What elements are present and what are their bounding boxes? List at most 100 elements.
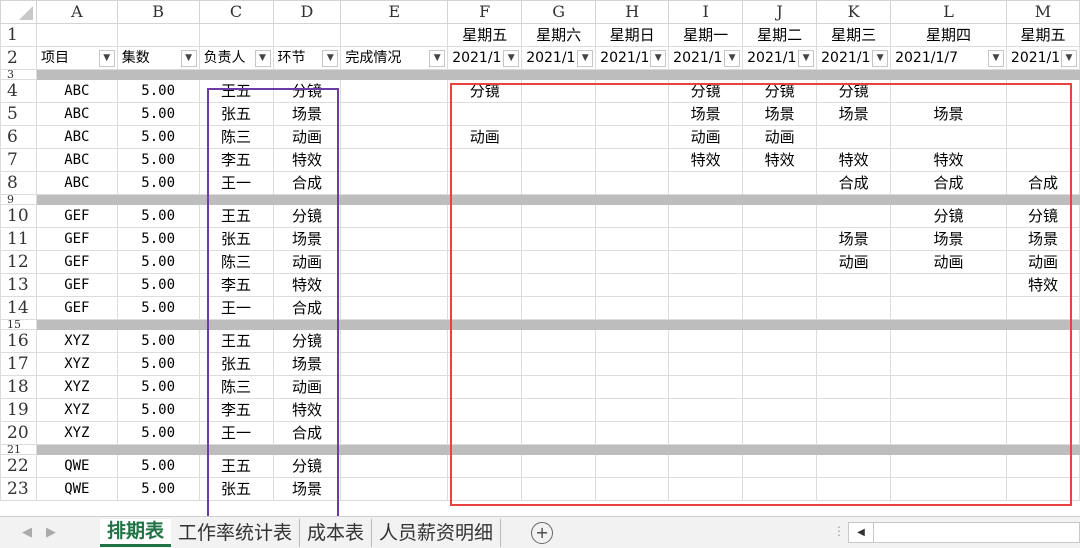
- cell-H18[interactable]: [595, 375, 670, 399]
- cell-E11[interactable]: [340, 227, 449, 251]
- cell-G6[interactable]: [521, 125, 597, 149]
- cell-L22[interactable]: [890, 454, 1007, 478]
- cell-C1[interactable]: [198, 23, 274, 47]
- cell-M7[interactable]: [1005, 148, 1080, 172]
- cell-M12[interactable]: 动画: [1005, 250, 1080, 274]
- row-header[interactable]: 6: [0, 125, 37, 149]
- cell-I10[interactable]: [668, 204, 744, 228]
- filter-dropdown-icon[interactable]: ▼: [503, 49, 520, 67]
- cell-F12[interactable]: [447, 250, 523, 274]
- cell-I20[interactable]: [668, 421, 744, 445]
- cell-M11[interactable]: 场景: [1005, 227, 1080, 251]
- column-header-J[interactable]: J: [742, 0, 818, 24]
- cell-C7[interactable]: 李五: [198, 148, 274, 172]
- cell-L23[interactable]: [890, 477, 1007, 501]
- add-sheet-icon[interactable]: +: [531, 521, 554, 544]
- sheet-tab[interactable]: 人员薪资明细: [372, 518, 502, 547]
- cell-J8[interactable]: [742, 171, 818, 195]
- cell-A1[interactable]: [35, 23, 118, 47]
- column-header-L[interactable]: L: [890, 0, 1007, 24]
- cell-K11[interactable]: 场景: [816, 227, 892, 251]
- cell-J23[interactable]: [742, 477, 818, 501]
- cell-E6[interactable]: [340, 125, 449, 149]
- cell-H20[interactable]: [595, 421, 670, 445]
- cell-H5[interactable]: [595, 102, 670, 126]
- cell-H17[interactable]: [595, 352, 670, 376]
- cell-F23[interactable]: [447, 477, 523, 501]
- cell-F8[interactable]: [447, 171, 523, 195]
- row-header[interactable]: 16: [0, 329, 37, 353]
- cell-D13[interactable]: 特效: [272, 273, 342, 297]
- cell-B18[interactable]: 5.00: [116, 375, 200, 399]
- row-header[interactable]: 17: [0, 352, 37, 376]
- filter-header-A[interactable]: 项目 ▼: [35, 46, 118, 70]
- cell-M6[interactable]: [1005, 125, 1080, 149]
- cell-A5[interactable]: ABC: [35, 102, 118, 126]
- spreadsheet-grid[interactable]: A B C D E F G H I J K L M 1 星期五 星期六 星期日 星期一 星期二 星期三 星期四 星期五 2 项…: [0, 0, 1080, 501]
- cell-I8[interactable]: [668, 171, 744, 195]
- cell-A10[interactable]: GEF: [35, 204, 118, 228]
- cell-A18[interactable]: XYZ: [35, 375, 118, 399]
- cell-K20[interactable]: [816, 421, 892, 445]
- cell-J11[interactable]: [742, 227, 818, 251]
- cell-I4[interactable]: 分镜: [668, 79, 744, 103]
- cell-I7[interactable]: 特效: [668, 148, 744, 172]
- cell-E19[interactable]: [340, 398, 449, 422]
- cell-K16[interactable]: [816, 329, 892, 353]
- cell-M23[interactable]: [1005, 477, 1080, 501]
- row-header[interactable]: 20: [0, 421, 37, 445]
- cell-F5[interactable]: [447, 102, 523, 126]
- column-header-F[interactable]: F: [447, 0, 523, 24]
- cell-J16[interactable]: [742, 329, 818, 353]
- cell-C5[interactable]: 张五: [198, 102, 274, 126]
- cell-B10[interactable]: 5.00: [116, 204, 200, 228]
- cell-H22[interactable]: [595, 454, 670, 478]
- cell-M8[interactable]: 合成: [1005, 171, 1080, 195]
- row-header[interactable]: 9: [0, 194, 37, 205]
- cell-B7[interactable]: 5.00: [116, 148, 200, 172]
- cell-B13[interactable]: 5.00: [116, 273, 200, 297]
- row-header[interactable]: 18: [0, 375, 37, 399]
- cell-M13[interactable]: 特效: [1005, 273, 1080, 297]
- tab-next-icon[interactable]: ▶: [46, 525, 56, 540]
- cell-B8[interactable]: 5.00: [116, 171, 200, 195]
- cell-F6[interactable]: 动画: [447, 125, 523, 149]
- row-header[interactable]: 2: [0, 46, 37, 70]
- cell-L14[interactable]: [890, 296, 1007, 320]
- cell-A16[interactable]: XYZ: [35, 329, 118, 353]
- cell-D7[interactable]: 特效: [272, 148, 342, 172]
- cell-A23[interactable]: QWE: [35, 477, 118, 501]
- cell-C23[interactable]: 张五: [198, 477, 274, 501]
- cell-C17[interactable]: 张五: [198, 352, 274, 376]
- cell-B6[interactable]: 5.00: [116, 125, 200, 149]
- cell-E8[interactable]: [340, 171, 449, 195]
- cell-H10[interactable]: [595, 204, 670, 228]
- cell-D11[interactable]: 场景: [272, 227, 342, 251]
- filter-header-C[interactable]: 负责人 ▼: [198, 46, 274, 70]
- cell-G4[interactable]: [521, 79, 597, 103]
- cell-K1[interactable]: 星期三: [816, 23, 892, 47]
- column-header-B[interactable]: B: [116, 0, 200, 24]
- cell-I18[interactable]: [668, 375, 744, 399]
- filter-header-E[interactable]: 完成情况 ▼: [340, 46, 449, 70]
- cell-L16[interactable]: [890, 329, 1007, 353]
- cell-C12[interactable]: 陈三: [198, 250, 274, 274]
- cell-F20[interactable]: [447, 421, 523, 445]
- cell-I17[interactable]: [668, 352, 744, 376]
- row-header[interactable]: 14: [0, 296, 37, 320]
- cell-E13[interactable]: [340, 273, 449, 297]
- cell-K18[interactable]: [816, 375, 892, 399]
- cell-E17[interactable]: [340, 352, 449, 376]
- cell-G20[interactable]: [521, 421, 597, 445]
- cell-B14[interactable]: 5.00: [116, 296, 200, 320]
- cell-M14[interactable]: [1005, 296, 1080, 320]
- cell-A11[interactable]: GEF: [35, 227, 118, 251]
- cell-A6[interactable]: ABC: [35, 125, 118, 149]
- sheet-tab[interactable]: 工作率统计表: [171, 518, 301, 547]
- cell-F18[interactable]: [447, 375, 523, 399]
- cell-B22[interactable]: 5.00: [116, 454, 200, 478]
- horizontal-scrollbar[interactable]: ◀: [848, 522, 1080, 543]
- filter-header-M[interactable]: 2021/1 ▼: [1005, 46, 1080, 70]
- cell-D5[interactable]: 场景: [272, 102, 342, 126]
- cell-H12[interactable]: [595, 250, 670, 274]
